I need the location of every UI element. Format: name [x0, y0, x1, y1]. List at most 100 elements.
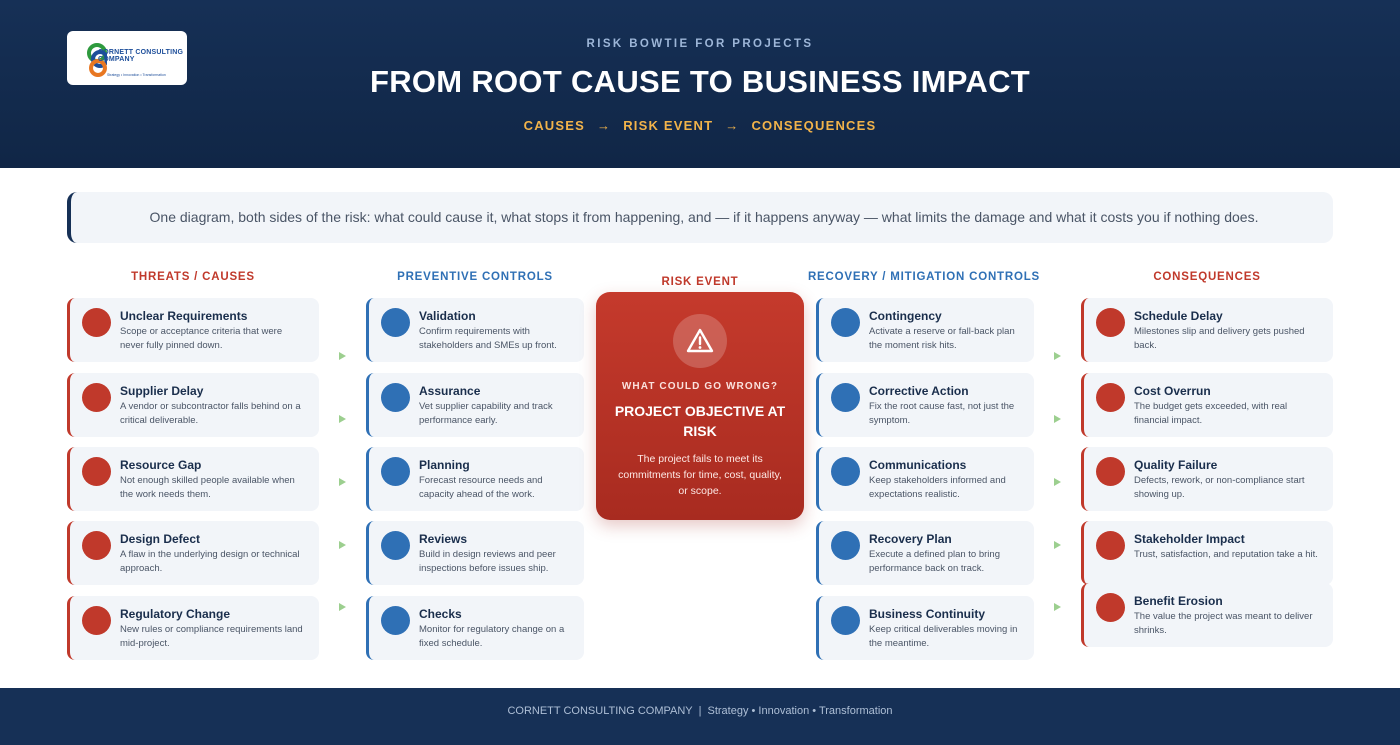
footer-tagline: Strategy • Innovation • Transformation	[707, 705, 893, 717]
card-title: Validation	[419, 309, 476, 323]
control-card-checks[interactable]: Checks Monitor for regulatory change on …	[366, 596, 584, 660]
footer-company: CORNETT CONSULTING COMPANY	[507, 705, 693, 717]
card-desc: Monitor for regulatory change on a fixed…	[419, 624, 565, 649]
control-card-assurance[interactable]: Assurance Vet supplier capability and tr…	[366, 373, 584, 437]
threat-dot-icon	[82, 531, 111, 560]
control-dot-icon	[831, 383, 860, 412]
card-title: Resource Gap	[120, 458, 202, 472]
chevron-right-icon	[1054, 478, 1061, 486]
chevron-right-icon	[1054, 352, 1061, 360]
threat-card-design-defect[interactable]: Design Defect A flaw in the underlying d…	[67, 521, 319, 585]
consequence-card-stakeholder-impact[interactable]: Stakeholder Impact Trust, satisfaction, …	[1081, 521, 1333, 585]
card-desc: Confirm requirements with stakeholders a…	[419, 326, 557, 351]
flow-step-risk-event: RISK EVENT	[623, 118, 714, 133]
card-title: Communications	[869, 458, 967, 472]
card-desc: Not enough skilled people available when…	[120, 475, 295, 500]
card-desc: Keep stakeholders informed and expectati…	[869, 475, 1006, 500]
risk-description: The project fails to meet its commitment…	[618, 453, 782, 497]
card-desc: The value the project was meant to deliv…	[1134, 611, 1313, 636]
card-desc: Trust, satisfaction, and reputation take…	[1134, 549, 1318, 560]
card-title: Stakeholder Impact	[1134, 532, 1245, 546]
card-desc: A flaw in the underlying design or techn…	[120, 549, 300, 574]
recovery-card-contingency[interactable]: Contingency Activate a reserve or fall-b…	[816, 298, 1034, 362]
consequence-card-benefit-erosion[interactable]: Benefit Erosion The value the project wa…	[1081, 583, 1333, 647]
card-title: Cost Overrun	[1134, 384, 1211, 398]
threat-card-resource-gap[interactable]: Resource Gap Not enough skilled people a…	[67, 447, 319, 511]
card-desc: Forecast resource needs and capacity ahe…	[419, 475, 543, 500]
control-dot-icon	[381, 383, 410, 412]
threat-dot-icon	[82, 606, 111, 635]
page-eyebrow: RISK BOWTIE FOR PROJECTS	[586, 38, 814, 50]
card-title: Business Continuity	[869, 607, 986, 621]
footer-separator: |	[698, 705, 702, 717]
chevron-right-icon	[339, 478, 346, 486]
threat-card-unclear-requirements[interactable]: Unclear Requirements Scope or acceptance…	[67, 298, 319, 362]
card-title: Schedule Delay	[1134, 309, 1223, 323]
chevron-right-icon	[339, 415, 346, 423]
card-desc: New rules or compliance requirements lan…	[120, 624, 303, 649]
card-title: Regulatory Change	[120, 607, 231, 621]
card-desc: Defects, rework, or non-compliance start…	[1134, 475, 1305, 500]
risk-event-card[interactable]: WHAT COULD GO WRONG? PROJECT OBJECTIVE A…	[596, 292, 804, 520]
card-desc: Vet supplier capability and track perfor…	[419, 401, 553, 426]
recovery-card-corrective-action[interactable]: Corrective Action Fix the root cause fas…	[816, 373, 1034, 437]
card-title: Design Defect	[120, 532, 201, 546]
chevron-right-icon	[339, 541, 346, 549]
card-desc: Fix the root cause fast, not just the sy…	[869, 401, 1015, 426]
control-dot-icon	[831, 308, 860, 337]
control-dot-icon	[381, 457, 410, 486]
control-card-validation[interactable]: Validation Confirm requirements with sta…	[366, 298, 584, 362]
flow-step-causes: CAUSES	[523, 118, 586, 133]
intro-callout: One diagram, both sides of the risk: wha…	[67, 192, 1333, 243]
card-title: Benefit Erosion	[1134, 594, 1223, 608]
card-title: Contingency	[869, 309, 942, 323]
column-title-preventive: PREVENTIVE CONTROLS	[397, 271, 553, 283]
consequence-card-schedule-delay[interactable]: Schedule Delay Milestones slip and deliv…	[1081, 298, 1333, 362]
recovery-card-recovery-plan[interactable]: Recovery Plan Execute a defined plan to …	[816, 521, 1034, 585]
threat-card-supplier-delay[interactable]: Supplier Delay A vendor or subcontractor…	[67, 373, 319, 437]
footer-bar: CORNETT CONSULTING COMPANY | Strategy • In…	[0, 688, 1400, 745]
consequence-dot-icon	[1096, 308, 1125, 337]
header-banner: CORNETT CONSULTING COMPANY Strategy • In…	[0, 0, 1400, 168]
chevron-right-icon	[1054, 415, 1061, 423]
card-desc: Build in design reviews and peer inspect…	[419, 549, 556, 574]
threat-card-regulatory-change[interactable]: Regulatory Change New rules or complianc…	[67, 596, 319, 660]
card-desc: Activate a reserve or fall-back plan the…	[869, 326, 1015, 351]
card-desc: Execute a defined plan to bring performa…	[869, 549, 1000, 574]
warning-triangle-icon	[686, 328, 714, 353]
column-title-risk-event: RISK EVENT	[661, 276, 739, 288]
card-desc: Scope or acceptance criteria that were n…	[120, 326, 283, 351]
logo-wordmark: CORNETT CONSULTING COMPANY	[98, 49, 184, 63]
control-card-planning[interactable]: Planning Forecast resource needs and cap…	[366, 447, 584, 511]
risk-headline: PROJECT OBJECTIVE AT RISK	[614, 403, 786, 439]
card-title: Planning	[419, 458, 470, 472]
card-title: Unclear Requirements	[120, 309, 248, 323]
threat-dot-icon	[82, 383, 111, 412]
flow-breadcrumb: CAUSES → RISK EVENT → CONSEQUENCES	[0, 118, 1400, 133]
recovery-card-communications[interactable]: Communications Keep stakeholders informe…	[816, 447, 1034, 511]
column-title-consequences: CONSEQUENCES	[1153, 271, 1261, 283]
control-dot-icon	[831, 606, 860, 635]
consequence-dot-icon	[1096, 457, 1125, 486]
recovery-card-business-continuity[interactable]: Business Continuity Keep critical delive…	[816, 596, 1034, 660]
footer-text: CORNETT CONSULTING COMPANY | Strategy • In…	[0, 705, 1400, 717]
card-desc: A vendor or subcontractor falls behind o…	[120, 401, 301, 426]
flow-step-consequences: CONSEQUENCES	[751, 118, 877, 133]
chevron-right-icon	[1054, 541, 1061, 549]
control-card-reviews[interactable]: Reviews Build in design reviews and peer…	[366, 521, 584, 585]
consequence-card-quality-failure[interactable]: Quality Failure Defects, rework, or non-…	[1081, 447, 1333, 511]
card-desc: The budget gets exceeded, with real fina…	[1134, 401, 1288, 426]
card-desc: Keep critical deliverables moving in the…	[869, 624, 1018, 649]
column-title-threats: THREATS / CAUSES	[131, 271, 255, 283]
threat-dot-icon	[82, 308, 111, 337]
consequence-card-cost-overrun[interactable]: Cost Overrun The budget gets exceeded, w…	[1081, 373, 1333, 437]
control-dot-icon	[831, 531, 860, 560]
consequence-dot-icon	[1096, 593, 1125, 622]
control-dot-icon	[381, 308, 410, 337]
chevron-right-icon	[339, 603, 346, 611]
arrow-right-icon: →	[597, 118, 612, 133]
intro-text: One diagram, both sides of the risk: wha…	[149, 209, 1259, 225]
column-title-recovery: RECOVERY / MITIGATION CONTROLS	[807, 271, 1041, 283]
control-dot-icon	[381, 606, 410, 635]
card-title: Supplier Delay	[120, 384, 204, 398]
